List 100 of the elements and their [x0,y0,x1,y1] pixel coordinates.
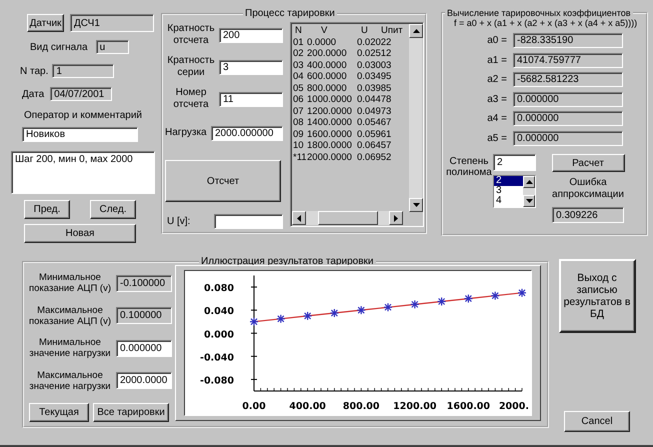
coefficient-label: a1 = [486,54,507,66]
error-label: Ошибка аппроксимации [551,177,625,201]
horizontal-scrollbar[interactable] [292,211,403,225]
list-row[interactable]: 01 0.0000 0.02022 [293,36,409,48]
next-button[interactable]: След. [90,200,136,219]
sensor-button[interactable]: Датчик [27,14,64,32]
data-point [518,288,526,297]
previous-button[interactable]: Пред. [24,200,70,219]
coefficient-field[interactable]: -5682.581223 [513,72,623,88]
coefficient-field[interactable]: 0.000000 [513,111,623,126]
data-point [304,312,312,320]
up-arrow-icon [412,29,420,33]
right-arrow-icon [394,214,398,222]
up-arrow-icon [526,180,532,184]
coefficient-label: a5 = [486,132,507,144]
list-row[interactable]: 04 600.0000 0.03495 [293,71,409,82]
new-button[interactable]: Новая [24,224,136,243]
error-field[interactable]: 0.309226 [552,207,624,223]
input-field[interactable]: 3 [219,60,283,74]
data-point [276,314,285,323]
group-title: Вычисление тарировочных коэффициентов [446,8,632,18]
date-field[interactable]: 04/07/2001 [50,87,112,101]
degree-list[interactable]: 2 3 4 [493,175,536,208]
number-label: N тар. [20,66,48,76]
vertical-scrollbar[interactable] [523,176,535,207]
down-arrow-icon [526,199,532,203]
list-row[interactable]: 07 1200.0000 0.04973 [293,106,409,117]
data-point [330,309,338,318]
y-tick-label: -0.080 [200,375,234,386]
input-field[interactable]: 200 [219,28,283,42]
data-point [250,318,258,326]
calculate-button[interactable]: Расчет [552,154,624,172]
data-point [464,294,472,303]
field-label: Нагрузка [165,127,207,139]
list-option[interactable]: 3 [494,186,523,196]
list-row[interactable]: 05 800.0000 0.03985 [293,82,409,94]
signal-label: Вид сигнала [30,42,88,52]
coefficient-field[interactable]: 41074.759777 [513,52,623,68]
input-field[interactable]: 0.000000 [116,340,172,357]
list-row[interactable]: 03 400.0000 0.03003 [293,60,409,71]
cancel-button[interactable]: Cancel [564,411,630,432]
formula-text: f = a0 + x (a1 + x (a2 + x (a3 + x (a4 + x a5)))) [454,18,638,28]
field-label: Кратность серии [166,55,216,79]
x-tick-label: 1600.00 [446,401,490,412]
data-point [491,292,500,300]
current-button[interactable]: Текущая [29,403,89,422]
field-label: Минимальное показание АЦП (v) [28,272,112,294]
group-title: Процесс тарировки [244,8,336,19]
reading-button[interactable]: Отсчет [165,160,281,202]
number-field[interactable]: 1 [52,64,114,78]
u-label: U [v]: [167,216,190,227]
input-field[interactable]: 2000.0000 [116,372,172,390]
field-label: Максимальное показание АЦП (v) [28,304,112,327]
coefficient-label: a4 = [486,113,507,124]
input-field[interactable]: 2000.000000 [211,126,283,140]
field-label: Максимальное значение нагрузки [28,370,112,392]
sensor-field[interactable]: ДСЧ1 [70,14,154,32]
down-arrow-icon [412,203,420,207]
readings-list[interactable] [290,22,424,227]
list-option[interactable]: 4 [494,196,523,206]
list-option[interactable]: 2 [494,176,523,186]
field-label: Кратность отсчета [166,23,216,47]
x-tick-label: 0.00 [242,401,266,412]
input-field[interactable]: 11 [219,92,283,106]
x-tick-label: 800.00 [342,401,380,412]
comment-field[interactable]: Шаг 200, мин 0, мах 2000 [11,151,155,194]
coefficient-field[interactable]: 0.000000 [513,130,623,146]
save-exit-button[interactable]: Выход с записью результатов в БД [558,259,636,333]
data-point [357,306,366,314]
x-tick-label: 1200.00 [393,401,436,412]
y-tick-label: 0.040 [204,306,234,318]
operator-label: Оператор и комментарий [24,110,142,121]
list-row[interactable]: 08 1400.0000 0.05467 [293,117,409,128]
list-row[interactable]: *112000.0000 0.06952 [293,152,409,163]
degree-field[interactable]: 2 [493,154,536,171]
vertical-scrollbar[interactable] [409,24,422,212]
list-row[interactable]: 09 1600.0000 0.05961 [293,128,409,140]
u-field[interactable] [214,214,283,229]
left-arrow-icon [297,214,301,222]
list-row[interactable]: 06 1000.0000 0.04478 [293,94,409,106]
all-calibrations-button[interactable]: Все тарировки [93,403,169,422]
input-field[interactable]: 0.100000 [116,307,172,324]
list-row[interactable]: 10 1800.0000 0.06457 [293,140,409,152]
y-tick-label: 0.080 [204,283,234,294]
date-label: Дата [22,88,44,100]
data-point [410,300,419,308]
signal-field[interactable]: u [96,40,129,54]
x-tick-label: 400.00 [289,401,326,412]
input-field[interactable]: -0.100000 [116,274,172,292]
coefficient-label: a2 = [486,74,507,86]
operator-field[interactable]: Новиков [22,127,138,142]
coefficient-field[interactable]: 0.000000 [513,92,623,107]
field-label: Номер отсчета [172,87,210,111]
coefficient-label: a3 = [486,94,507,105]
list-header: N V U Uпит [294,25,404,36]
data-point [384,303,392,312]
coefficient-field[interactable]: -828.335190 [513,33,623,48]
list-row[interactable]: 02 200.0000 0.02512 [293,48,409,60]
group-title: Иллюстрация результатов тарировки [200,256,374,267]
y-tick-label: 0.000 [204,329,234,340]
